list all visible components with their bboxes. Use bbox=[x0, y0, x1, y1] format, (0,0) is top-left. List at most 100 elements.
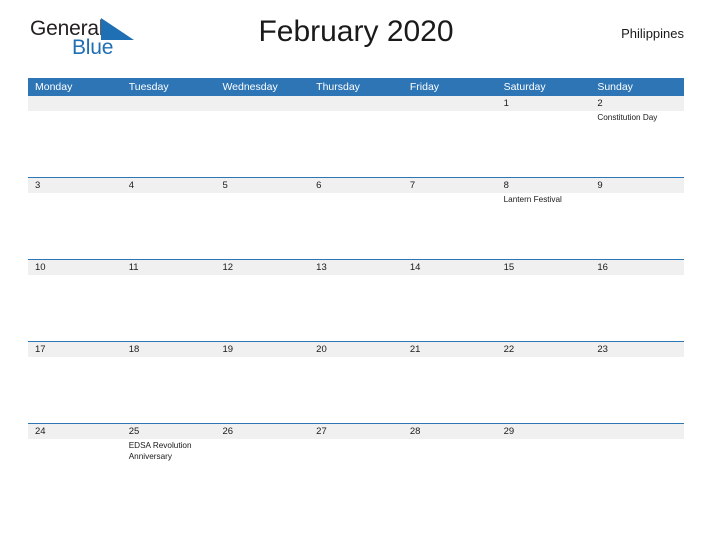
day-event-text: Anniversary bbox=[128, 451, 172, 461]
day-number-3[interactable]: 3 bbox=[28, 178, 122, 193]
day-number-13[interactable]: 13 bbox=[309, 260, 403, 275]
day-event-text: Lantern Festival bbox=[503, 195, 562, 204]
day-cell-19[interactable] bbox=[215, 357, 309, 423]
day-number-20[interactable]: 20 bbox=[309, 342, 403, 357]
day-cell-17[interactable] bbox=[28, 357, 122, 423]
day-number-empty bbox=[590, 424, 684, 439]
day-number-empty bbox=[309, 96, 403, 111]
day-number-15[interactable]: 15 bbox=[497, 260, 591, 275]
day-number-24[interactable]: 24 bbox=[28, 424, 122, 439]
day-cell-4[interactable] bbox=[122, 193, 216, 259]
day-number-25[interactable]: 25 bbox=[122, 424, 216, 439]
day-number-14[interactable]: 14 bbox=[403, 260, 497, 275]
day-number-21[interactable]: 21 bbox=[403, 342, 497, 357]
page-header: General Blue February 2020 Philippines bbox=[28, 0, 684, 60]
day-number-29[interactable]: 29 bbox=[497, 424, 591, 439]
weekday-header-wednesday: Wednesday bbox=[222, 81, 278, 93]
week-date-band: 17 18 19 20 21 22 23 bbox=[28, 342, 684, 357]
weekday-header-friday: Friday bbox=[409, 81, 440, 93]
day-event-text: EDSA Revolution bbox=[128, 441, 192, 450]
day-number-18[interactable]: 18 bbox=[122, 342, 216, 357]
day-cell-6[interactable] bbox=[309, 193, 403, 259]
day-number-4[interactable]: 4 bbox=[122, 178, 216, 193]
calendar-weeks: 1 2 Constitution Day 3 4 5 6 7 8 9 Lantern Festiva… bbox=[28, 96, 684, 497]
day-cell-24[interactable] bbox=[28, 439, 122, 497]
day-cell-23[interactable] bbox=[590, 357, 684, 423]
day-number-6[interactable]: 6 bbox=[309, 178, 403, 193]
day-number-28[interactable]: 28 bbox=[403, 424, 497, 439]
day-number-1[interactable]: 1 bbox=[497, 96, 591, 111]
day-cell-13[interactable] bbox=[309, 275, 403, 341]
day-number-empty bbox=[215, 96, 309, 111]
day-number-7[interactable]: 7 bbox=[403, 178, 497, 193]
day-number-26[interactable]: 26 bbox=[215, 424, 309, 439]
day-cell-28[interactable] bbox=[403, 439, 497, 497]
weekday-header-sunday: Sunday bbox=[597, 81, 633, 93]
day-cell-empty bbox=[590, 439, 684, 497]
calendar-weekday-header: Monday Tuesday Wednesday Thursday Friday Satu… bbox=[28, 78, 684, 96]
page-title: February 2020 bbox=[258, 15, 454, 48]
day-cell-15[interactable] bbox=[497, 275, 591, 341]
day-cell-12[interactable] bbox=[215, 275, 309, 341]
day-number-11[interactable]: 11 bbox=[122, 260, 216, 275]
calendar-week-row: 17 18 19 20 21 22 23 bbox=[28, 341, 684, 423]
day-cell-empty bbox=[28, 111, 122, 177]
day-number-27[interactable]: 27 bbox=[309, 424, 403, 439]
weekday-header-tuesday: Tuesday bbox=[128, 81, 169, 93]
day-cell-29[interactable] bbox=[497, 439, 591, 497]
day-cell-empty bbox=[403, 111, 497, 177]
day-cell-16[interactable] bbox=[590, 275, 684, 341]
day-cell-5[interactable] bbox=[215, 193, 309, 259]
day-cell-25[interactable]: EDSA Revolution Anniversary bbox=[122, 439, 216, 497]
week-date-band: 3456789 bbox=[28, 178, 684, 193]
day-number-17[interactable]: 17 bbox=[28, 342, 122, 357]
day-cell-27[interactable] bbox=[309, 439, 403, 497]
week-date-band: 24 25 26 27 28 29 bbox=[28, 424, 684, 439]
day-cell-11[interactable] bbox=[122, 275, 216, 341]
calendar-week-row: 1 2 Constitution Day bbox=[28, 96, 684, 177]
calendar-page: General Blue February 2020 Philippines M… bbox=[0, 0, 712, 550]
weekday-header-saturday: Saturday bbox=[503, 81, 546, 93]
day-cell-empty bbox=[215, 111, 309, 177]
day-number-19[interactable]: 19 bbox=[215, 342, 309, 357]
day-cell-14[interactable] bbox=[403, 275, 497, 341]
day-cell-10[interactable] bbox=[28, 275, 122, 341]
day-event-text: Constitution Day bbox=[597, 113, 658, 122]
day-cell-empty bbox=[122, 111, 216, 177]
day-number-12[interactable]: 12 bbox=[215, 260, 309, 275]
week-event-band bbox=[28, 275, 684, 341]
day-cell-empty bbox=[309, 111, 403, 177]
day-cell-20[interactable] bbox=[309, 357, 403, 423]
day-cell-21[interactable] bbox=[403, 357, 497, 423]
week-date-band: 10 11 12 13 14 15 16 bbox=[28, 260, 684, 275]
day-cell-2[interactable]: Constitution Day bbox=[590, 111, 684, 177]
calendar-week-row: 3 4 5 6 7 8 9 Lantern Festival bbox=[28, 177, 684, 259]
calendar-week-row: 24 25 26 27 28 29 EDSA Revolution Anniversary bbox=[28, 423, 684, 497]
day-number-5[interactable]: 5 bbox=[215, 178, 309, 193]
day-cell-3[interactable] bbox=[28, 193, 122, 259]
day-cell-18[interactable] bbox=[122, 357, 216, 423]
week-date-band: 12 bbox=[28, 96, 684, 111]
day-number-empty bbox=[122, 96, 216, 111]
calendar-week-row: 10 11 12 13 14 15 16 bbox=[28, 259, 684, 341]
week-event-band: Constitution Day bbox=[28, 111, 684, 177]
day-number-22[interactable]: 22 bbox=[497, 342, 591, 357]
calendar-grid: Monday Tuesday Wednesday Thursday Friday Satu… bbox=[28, 78, 684, 497]
day-number-10[interactable]: 10 bbox=[28, 260, 122, 275]
weekday-header-monday: Monday bbox=[35, 81, 73, 93]
day-number-23[interactable]: 23 bbox=[590, 342, 684, 357]
day-number-16[interactable]: 16 bbox=[590, 260, 684, 275]
day-number-2[interactable]: 2 bbox=[590, 96, 684, 111]
week-event-band: Lantern Festival bbox=[28, 193, 684, 259]
day-cell-9[interactable] bbox=[590, 193, 684, 259]
week-event-band: EDSA Revolution Anniversary bbox=[28, 439, 684, 497]
day-cell-1[interactable] bbox=[497, 111, 591, 177]
day-number-9[interactable]: 9 bbox=[590, 178, 684, 193]
day-cell-26[interactable] bbox=[215, 439, 309, 497]
day-cell-8[interactable]: Lantern Festival bbox=[497, 193, 591, 259]
day-number-8[interactable]: 8 bbox=[497, 178, 591, 193]
day-cell-22[interactable] bbox=[497, 357, 591, 423]
day-cell-7[interactable] bbox=[403, 193, 497, 259]
week-event-band bbox=[28, 357, 684, 423]
day-number-empty bbox=[28, 96, 122, 111]
